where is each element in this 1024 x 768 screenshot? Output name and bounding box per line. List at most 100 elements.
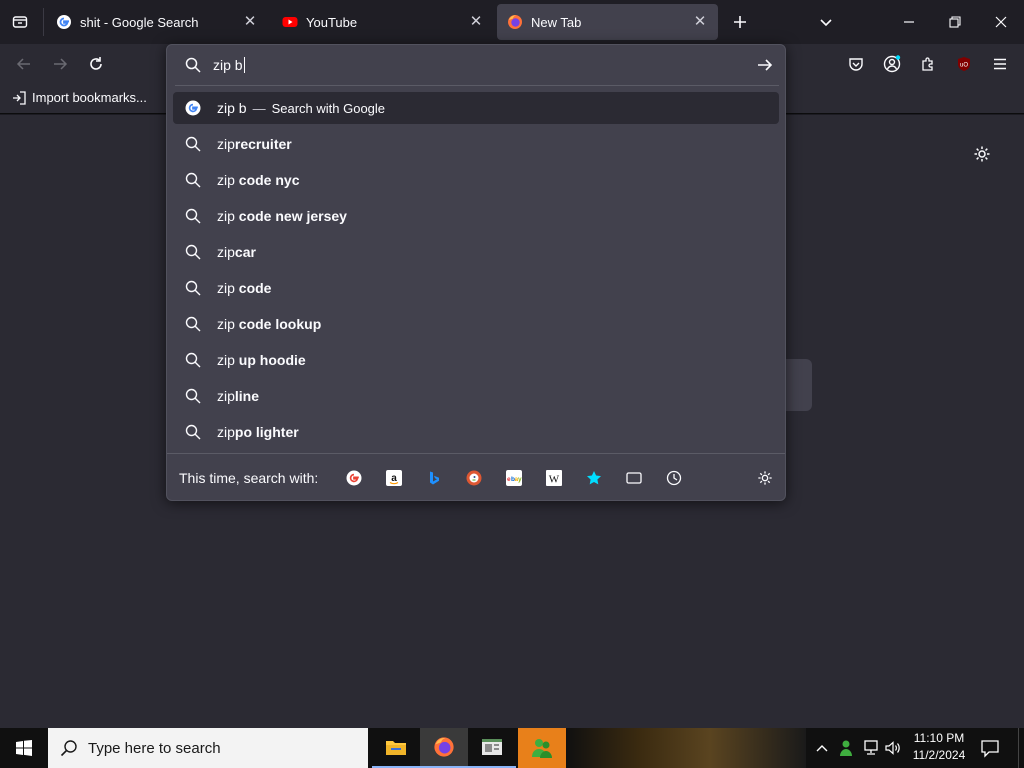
close-window-button[interactable] [978, 0, 1024, 44]
google-icon [185, 100, 201, 116]
taskbar-game-app[interactable] [518, 728, 566, 768]
bing-icon [430, 471, 440, 484]
show-hidden-icons-button[interactable] [814, 740, 830, 756]
wikipedia-icon: W [546, 469, 563, 486]
divider [175, 85, 779, 86]
suggestion-item[interactable]: zip up hoodie [173, 344, 779, 376]
list-all-tabs-button[interactable] [810, 6, 842, 38]
network-icon [864, 740, 878, 755]
pocket-button[interactable] [840, 48, 872, 80]
search-history-button[interactable] [654, 462, 694, 494]
engine-wikipedia-button[interactable]: W [534, 462, 574, 494]
ublock-origin-button[interactable]: uO [948, 48, 980, 80]
tab-youtube[interactable]: YouTube ✕ [272, 4, 494, 40]
search-settings-button[interactable] [745, 462, 785, 494]
url-input[interactable]: zip b [167, 45, 785, 85]
suggestion-text: zipline [217, 388, 260, 404]
tab-google-search[interactable]: shit - Google Search ✕ [46, 4, 268, 40]
forward-arrow-icon [54, 58, 68, 70]
ublock-origin-icon: uO [958, 57, 970, 71]
search-icon [185, 352, 201, 368]
firefox-view-button[interactable] [4, 6, 36, 38]
suggestion-item[interactable]: zip code lookup [173, 308, 779, 340]
search-bookmarks-button[interactable] [574, 462, 614, 494]
engine-bing-button[interactable] [414, 462, 454, 494]
back-button[interactable] [8, 48, 40, 80]
tray-volume[interactable] [884, 740, 902, 756]
app-window-icon [482, 739, 502, 755]
amazon-icon: a [386, 469, 403, 486]
separator-dash: — [252, 100, 266, 116]
svg-text:uO: uO [960, 63, 968, 69]
engine-ebay-button[interactable]: ebay [494, 462, 534, 494]
tray-network[interactable] [862, 740, 880, 756]
tabs-icon [626, 471, 642, 484]
reload-button[interactable] [80, 48, 112, 80]
firefox-icon [434, 737, 454, 757]
people-icon [532, 739, 552, 758]
new-tab-button[interactable] [724, 6, 756, 38]
clock-time: 11:10 PM [913, 731, 965, 745]
suggestion-item[interactable]: zip code nyc [173, 164, 779, 196]
close-tab-icon[interactable]: ✕ [692, 14, 708, 30]
history-icon [667, 470, 682, 485]
search-icon [185, 280, 201, 296]
suggestion-text: ziprecruiter [217, 136, 292, 152]
duckduckgo-icon [466, 470, 482, 485]
reload-icon [90, 57, 102, 70]
restore-button[interactable] [932, 0, 978, 44]
tab-title: YouTube [306, 14, 358, 30]
go-arrow-icon[interactable] [757, 57, 773, 73]
close-tab-icon[interactable]: ✕ [468, 14, 484, 30]
engine-amazon-button[interactable]: a [374, 462, 414, 494]
account-button[interactable] [876, 48, 908, 80]
show-desktop-button[interactable] [1018, 728, 1024, 768]
back-arrow-icon [16, 58, 30, 70]
action-center-button[interactable] [980, 738, 1002, 758]
forward-button[interactable] [44, 48, 76, 80]
pocket-icon [849, 58, 863, 71]
windows-logo-icon [16, 740, 32, 756]
suggestion-item[interactable]: ziprecruiter [173, 128, 779, 160]
suggestion-action: Search with Google [271, 100, 386, 116]
search-icon [185, 136, 201, 152]
youtube-icon [282, 17, 298, 27]
tab-new-tab[interactable]: New Tab ✕ [497, 4, 718, 40]
taskbar-clock[interactable]: 11:10 PM 11/2/2024 [904, 730, 974, 766]
app-menu-button[interactable] [984, 48, 1016, 80]
chevron-up-icon [816, 745, 828, 752]
start-button[interactable] [0, 728, 48, 768]
taskbar-search-box[interactable]: Type here to search [48, 728, 368, 768]
suggestion-item[interactable]: zip code new jersey [173, 200, 779, 232]
suggestion-item[interactable]: zip code [173, 272, 779, 304]
minimize-button[interactable] [886, 0, 932, 44]
search-tabs-button[interactable] [614, 462, 654, 494]
suggestion-item[interactable]: zippo lighter [173, 416, 779, 448]
search-icon [185, 388, 201, 404]
taskbar-search-placeholder: Type here to search [88, 739, 221, 757]
gear-icon [974, 146, 990, 162]
chevron-down-icon [820, 19, 832, 27]
taskbar-wallpaper-strip [566, 728, 806, 768]
import-bookmarks-button[interactable]: Import bookmarks... [12, 90, 147, 105]
import-bookmarks-label: Import bookmarks... [32, 90, 147, 105]
windows-taskbar: Type here to search 11:10 PM 11/2/2024 [0, 728, 1024, 768]
extensions-button[interactable] [912, 48, 944, 80]
svg-text:a: a [391, 473, 397, 484]
taskbar-app-window[interactable] [468, 728, 516, 768]
engine-google-button[interactable] [334, 462, 374, 494]
volume-icon [885, 741, 900, 755]
suggestion-item[interactable]: zipcar [173, 236, 779, 268]
suggestion-text: zip code new jersey [217, 208, 347, 224]
taskbar-firefox[interactable] [420, 728, 468, 768]
clock-date: 11/2/2024 [912, 748, 966, 762]
engine-duckduckgo-button[interactable] [454, 462, 494, 494]
notification-icon [981, 740, 999, 758]
close-tab-icon[interactable]: ✕ [242, 14, 258, 30]
customize-new-tab-button[interactable] [966, 138, 998, 170]
suggestion-search-with-google[interactable]: zip b — Search with Google [173, 92, 779, 124]
url-input-text: zip b [213, 57, 245, 73]
tray-people-app[interactable] [838, 739, 856, 757]
suggestion-item[interactable]: zipline [173, 380, 779, 412]
taskbar-file-explorer[interactable] [372, 728, 420, 768]
